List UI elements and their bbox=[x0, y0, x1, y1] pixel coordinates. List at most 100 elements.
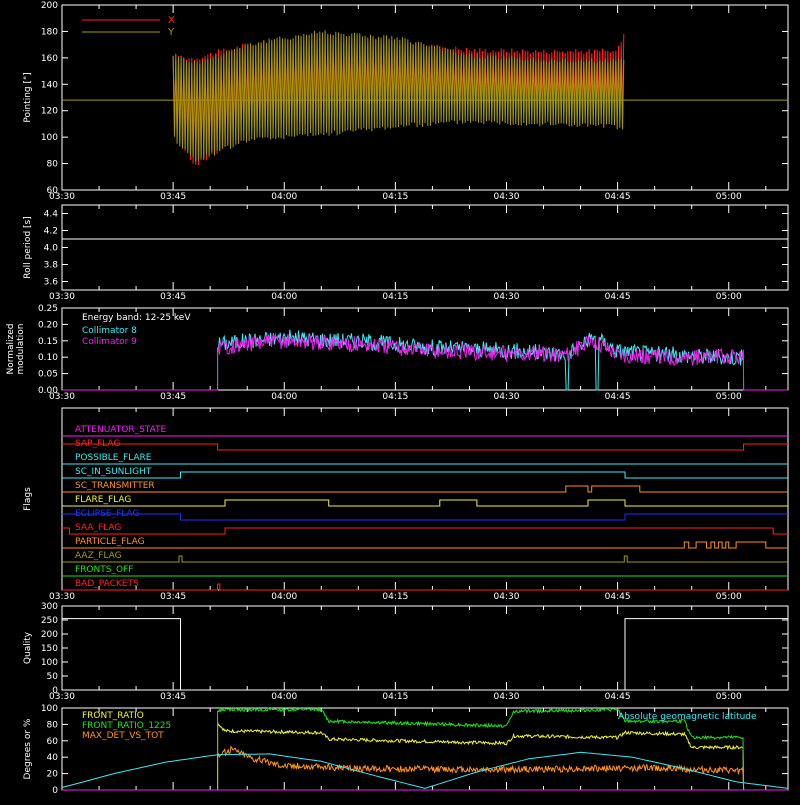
pointing-time-tick-label: 04:45 bbox=[605, 192, 631, 202]
ratios-y-tick-label: 40 bbox=[47, 753, 59, 763]
flags-time-tick-label: 03:45 bbox=[160, 592, 186, 602]
modulation-legend-label-collimator-9: Collimator 9 bbox=[82, 337, 137, 347]
pointing-legend-label-x: X bbox=[168, 15, 175, 26]
ratios-y-tick-label: 100 bbox=[41, 704, 58, 714]
pointing-legend-label-y: Y bbox=[167, 27, 175, 38]
flags-time-tick-label: 03:30 bbox=[49, 592, 75, 602]
quality-y-tick-label: 200 bbox=[41, 630, 58, 640]
pointing-y-tick-label: 60 bbox=[47, 186, 59, 196]
pointing-y-tick-label: 80 bbox=[47, 160, 59, 170]
quality-time-tick-label: 04:00 bbox=[271, 692, 297, 702]
pointing-y-tick-label: 160 bbox=[41, 54, 58, 64]
flags-time-tick-label: 04:15 bbox=[382, 592, 408, 602]
flag-label-fronts-off: FRONTS_OFF bbox=[75, 565, 133, 575]
roll-period-time-tick-label: 04:15 bbox=[382, 292, 408, 302]
modulation-time-tick-label: 03:45 bbox=[160, 392, 186, 402]
quality-y-axis-label: Quality bbox=[23, 631, 33, 664]
ratios-legend-label-front-ratio-1225: FRONT_RATIO_1225 bbox=[82, 721, 171, 731]
quality-time-tick-label: 04:45 bbox=[605, 692, 631, 702]
flags-y-axis-label: Flags bbox=[23, 487, 33, 511]
modulation-time-tick-label: 05:00 bbox=[716, 392, 742, 402]
pointing-time-tick-label: 04:00 bbox=[271, 192, 297, 202]
flag-label-aaz-flag: AAZ_FLAG bbox=[75, 551, 122, 561]
flag-label-particle-flag: PARTICLE_FLAG bbox=[75, 537, 145, 547]
pointing-time-tick-label: 05:00 bbox=[716, 192, 742, 202]
flags-time-tick-label: 04:00 bbox=[271, 592, 297, 602]
roll-period-time-tick-label: 04:30 bbox=[494, 292, 520, 302]
flag-label-sc-transmitter: SC_TRANSMITTER bbox=[75, 481, 155, 491]
flags-frame bbox=[61, 407, 789, 591]
quality-y-tick-label: 300 bbox=[41, 602, 58, 612]
modulation-time-tick-label: 04:30 bbox=[494, 392, 520, 402]
flag-line-particle-flag bbox=[62, 541, 788, 549]
ratios-series-max-det-vs-tot bbox=[217, 745, 745, 791]
pointing-time-tick-label: 03:45 bbox=[160, 192, 186, 202]
ratios-y-tick-label: 80 bbox=[47, 720, 59, 730]
flag-line-sc-in-sunlight bbox=[62, 471, 788, 479]
flags-time-tick-label: 04:45 bbox=[605, 592, 631, 602]
quality-time-tick-label: 05:00 bbox=[716, 692, 742, 702]
roll-period-time-tick-label: 05:00 bbox=[716, 292, 742, 302]
modulation-y-tick-label: 0.10 bbox=[38, 353, 58, 363]
modulation-y-tick-label: 0.20 bbox=[38, 320, 58, 330]
modulation-y-axis-label: modulation bbox=[16, 324, 26, 375]
pointing-y-axis-label: Pointing ["] bbox=[23, 72, 33, 122]
modulation-energy-band-label: Energy band: 12-25 keV bbox=[82, 313, 191, 323]
ratios-legend-label-max-det-vs-tot: MAX_DET_VS_TOT bbox=[82, 731, 164, 741]
pointing-time-tick-label: 04:15 bbox=[382, 192, 408, 202]
quality-y-tick-label: 0 bbox=[52, 686, 58, 696]
flag-line-eclipse-flag bbox=[62, 513, 788, 521]
modulation-y-axis-label: Normalized bbox=[6, 323, 16, 374]
modulation-series-collimator-8 bbox=[62, 329, 788, 391]
quality-time-tick-label: 04:30 bbox=[494, 692, 520, 702]
roll-period-time-tick-label: 03:45 bbox=[160, 292, 186, 302]
pointing-y-tick-label: 200 bbox=[41, 1, 58, 11]
modulation-time-tick-label: 04:15 bbox=[382, 392, 408, 402]
roll-period-y-tick-label: 3.8 bbox=[44, 261, 59, 271]
flag-line-flare-flag bbox=[62, 499, 788, 507]
quality-time-tick-label: 03:45 bbox=[160, 692, 186, 702]
flag-label-bad-packets: BAD_PACKETS bbox=[75, 579, 139, 589]
flag-label-saa-flag: SAA_FLAG bbox=[75, 523, 121, 533]
modulation-y-tick-label: 0.05 bbox=[38, 370, 58, 380]
ratios-y-axis-label: Degrees or % bbox=[23, 718, 33, 779]
roll-period-time-tick-label: 04:00 bbox=[271, 292, 297, 302]
ratios-y-tick-label: 0 bbox=[52, 786, 58, 796]
roll-period-y-tick-label: 4.4 bbox=[44, 210, 59, 220]
pointing-y-tick-label: 120 bbox=[41, 107, 58, 117]
pointing-series-y bbox=[172, 30, 625, 162]
quality-y-tick-label: 100 bbox=[41, 658, 58, 668]
flags-time-tick-label: 05:00 bbox=[716, 592, 742, 602]
pointing-y-tick-label: 180 bbox=[41, 27, 58, 37]
pointing-y-tick-label: 140 bbox=[41, 80, 58, 90]
roll-period-time-tick-label: 03:30 bbox=[49, 292, 75, 302]
modulation-y-tick-label: 0.25 bbox=[38, 304, 58, 314]
flag-line-sc-transmitter bbox=[62, 485, 788, 493]
roll-period-frame bbox=[61, 204, 789, 291]
flags-time-tick-label: 04:30 bbox=[494, 592, 520, 602]
ratios-y-tick-label: 60 bbox=[47, 737, 59, 747]
flag-line-sap-flag bbox=[62, 443, 788, 451]
modulation-time-tick-label: 04:00 bbox=[271, 392, 297, 402]
flag-label-attenuator-state: ATTENUATOR_STATE bbox=[75, 425, 167, 435]
modulation-time-tick-label: 04:45 bbox=[605, 392, 631, 402]
roll-period-time-tick-label: 04:45 bbox=[605, 292, 631, 302]
quality-y-tick-label: 250 bbox=[41, 616, 58, 626]
ratios-series-absolute-geomagnetic-latitude bbox=[61, 751, 789, 789]
modulation-y-tick-label: 0.00 bbox=[38, 386, 58, 396]
ratios-geomagnetic-label: Absolute geomagnetic latitude bbox=[618, 712, 757, 722]
quality-y-tick-label: 150 bbox=[41, 644, 58, 654]
chart-svg: 03:30 03:45 04:00 04:15 04:30 04:45 05:00 60 80 1… bbox=[6, 1, 789, 796]
flag-line-aaz-flag bbox=[62, 555, 788, 563]
flag-label-possible-flare: POSSIBLE_FLARE bbox=[75, 453, 152, 463]
flag-label-sc-in-sunlight: SC_IN_SUNLIGHT bbox=[75, 467, 152, 477]
quality-y-tick-label: 50 bbox=[47, 672, 59, 682]
flag-line-saa-flag bbox=[62, 527, 788, 535]
modulation-legend-label-collimator-8: Collimator 8 bbox=[82, 326, 137, 336]
roll-period-y-tick-label: 3.6 bbox=[44, 278, 59, 288]
roll-period-y-tick-label: 4.2 bbox=[44, 227, 58, 237]
modulation-y-tick-label: 0.15 bbox=[38, 337, 58, 347]
flag-label-flare-flag: FLARE_FLAG bbox=[75, 495, 131, 505]
pointing-y-tick-label: 100 bbox=[41, 133, 58, 143]
roll-period-y-tick-label: 4.0 bbox=[44, 244, 59, 254]
